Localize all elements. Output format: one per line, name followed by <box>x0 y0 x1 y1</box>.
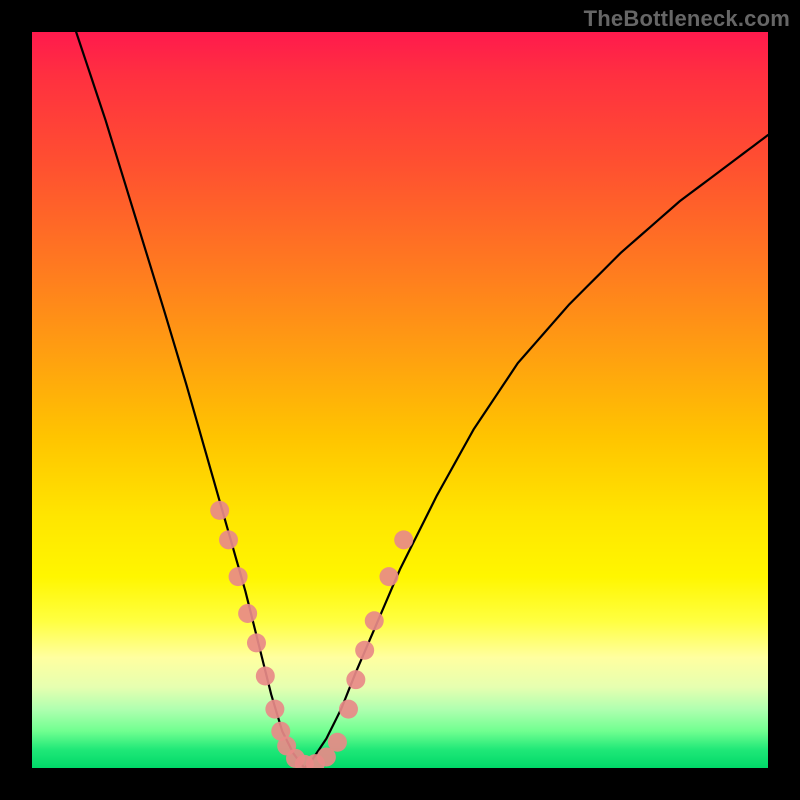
curve-marker <box>346 670 365 689</box>
curve-marker <box>219 530 238 549</box>
curve-marker <box>328 733 347 752</box>
curve-marker <box>210 501 229 520</box>
watermark-text: TheBottleneck.com <box>584 6 790 32</box>
curve-marker <box>256 667 275 686</box>
curve-marker <box>229 567 248 586</box>
plot-area <box>32 32 768 768</box>
chart-frame: TheBottleneck.com <box>0 0 800 800</box>
curve-marker <box>379 567 398 586</box>
chart-svg <box>32 32 768 768</box>
curve-right-branch <box>304 135 768 768</box>
curve-marker <box>394 530 413 549</box>
curve-marker <box>365 611 384 630</box>
curve-marker <box>247 633 266 652</box>
curve-marker <box>265 700 284 719</box>
curve-markers <box>210 501 413 768</box>
curve-left-branch <box>76 32 304 768</box>
curve-marker <box>339 700 358 719</box>
curve-marker <box>238 604 257 623</box>
curve-marker <box>355 641 374 660</box>
